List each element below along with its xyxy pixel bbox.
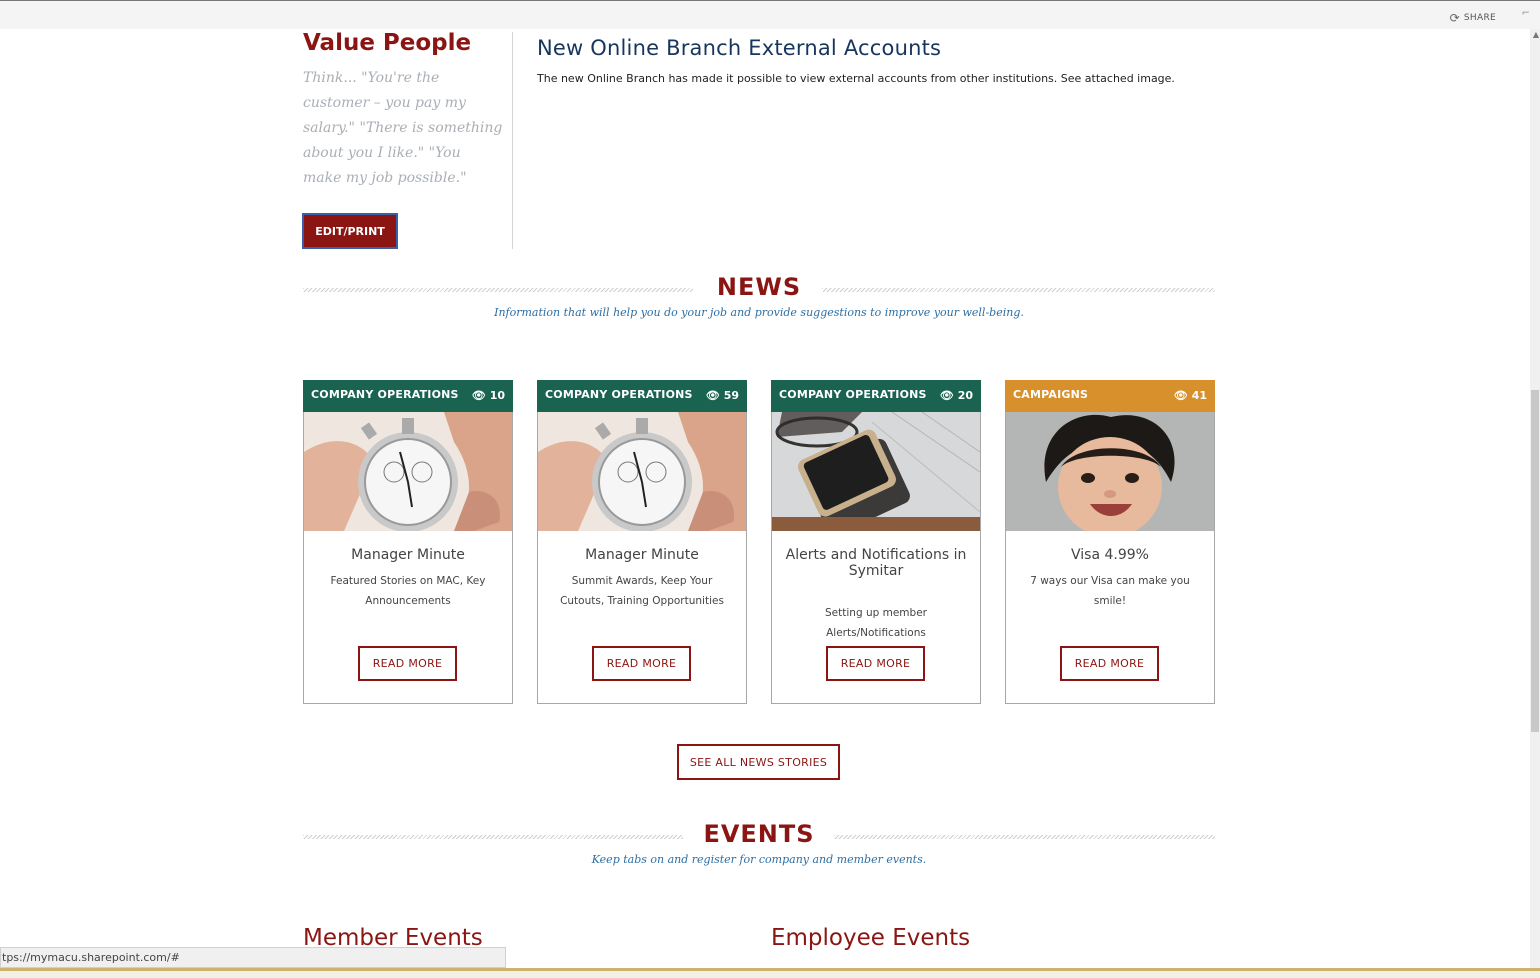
card-category-bar[interactable]: COMPANY OPERATIONS 👁 20 [771,380,981,412]
view-count: 41 [1191,389,1207,402]
value-people-title: Value People [303,30,472,56]
card-description: Setting up member Alerts/Notifications [825,607,927,639]
card-views: 👁 10 [472,389,505,402]
read-more-button[interactable]: READ MORE [826,646,925,681]
card-category-bar[interactable]: CAMPAIGNS 👁 41 [1005,380,1215,412]
news-section-header: NEWS [303,273,1215,303]
stopwatch-image[interactable] [304,412,512,531]
share-label: SHARE [1463,13,1496,23]
news-card: COMPANY OPERATIONS 👁 59 Manager Minute Su… [537,380,747,704]
share-icon: ⟳ [1449,11,1460,25]
card-title[interactable]: Alerts and Notifications in Symitar [782,547,970,579]
events-section-header: EVENTS [303,820,1215,850]
share-button[interactable]: ⟳ SHARE [1450,11,1496,25]
card-views: 👁 20 [940,389,973,402]
card-title[interactable]: Manager Minute [314,547,502,563]
eye-icon: 👁 [1173,389,1188,402]
read-more-button[interactable]: READ MORE [592,646,691,681]
card-category: COMPANY OPERATIONS [779,388,927,401]
bottom-border [0,968,1540,978]
value-people-quote: Think... "You're the customer – you pay … [303,70,503,186]
scroll-up-arrow-icon[interactable]: ▲ [1533,30,1539,39]
card-title[interactable]: Visa 4.99% [1016,547,1204,563]
news-card: COMPANY OPERATIONS 👁 10 Manager Minute Fe… [303,380,513,704]
card-views: 👁 41 [1174,389,1207,402]
view-count: 20 [957,389,973,402]
read-more-button[interactable]: READ MORE [358,646,457,681]
status-bar-url: tps://mymacu.sharepoint.com/# [0,947,506,968]
card-category: COMPANY OPERATIONS [545,388,693,401]
card-category: COMPANY OPERATIONS [311,388,459,401]
stopwatch-image[interactable] [538,412,746,531]
article-title[interactable]: New Online Branch External Accounts [537,36,941,60]
edit-print-button[interactable]: EDIT/PRINT [302,213,398,249]
card-description: Summit Awards, Keep Your Cutouts, Traini… [560,575,724,607]
article-body: The new Online Branch has made it possib… [537,72,1175,85]
news-title: NEWS [716,273,802,301]
smartphone-image[interactable] [772,412,980,531]
eye-icon: 👁 [471,389,486,402]
view-count: 59 [723,389,739,402]
baby-image[interactable] [1006,412,1214,531]
eye-icon: 👁 [705,389,720,402]
card-description: Featured Stories on MAC, Key Announcemen… [330,575,486,607]
read-more-button[interactable]: READ MORE [1060,646,1159,681]
news-card: COMPANY OPERATIONS 👁 20 Alerts and Notifi… [771,380,981,704]
events-title: EVENTS [703,820,815,848]
see-all-news-button[interactable]: SEE ALL NEWS STORIES [677,744,840,780]
suite-bar: ⟳ SHARE ⌐ [0,0,1540,29]
eye-icon: 👁 [939,389,954,402]
card-description: 7 ways our Visa can make you smile! [1030,575,1190,607]
view-count: 10 [489,389,505,402]
events-subtitle: Keep tabs on and register for company an… [591,853,927,866]
news-card: CAMPAIGNS 👁 41 Visa 4.99% 7 ways our Visa… [1005,380,1215,704]
card-views: 👁 59 [706,389,739,402]
card-category-bar[interactable]: COMPANY OPERATIONS 👁 59 [537,380,747,412]
column-divider [512,32,513,249]
employee-events-title: Employee Events [771,925,971,951]
focus-content-icon[interactable]: ⌐ [1522,8,1530,19]
card-title[interactable]: Manager Minute [548,547,736,563]
news-subtitle: Information that will help you do your j… [494,306,1024,319]
scrollbar-thumb[interactable] [1531,390,1539,732]
card-category-bar[interactable]: COMPANY OPERATIONS 👁 10 [303,380,513,412]
card-category: CAMPAIGNS [1013,388,1089,401]
